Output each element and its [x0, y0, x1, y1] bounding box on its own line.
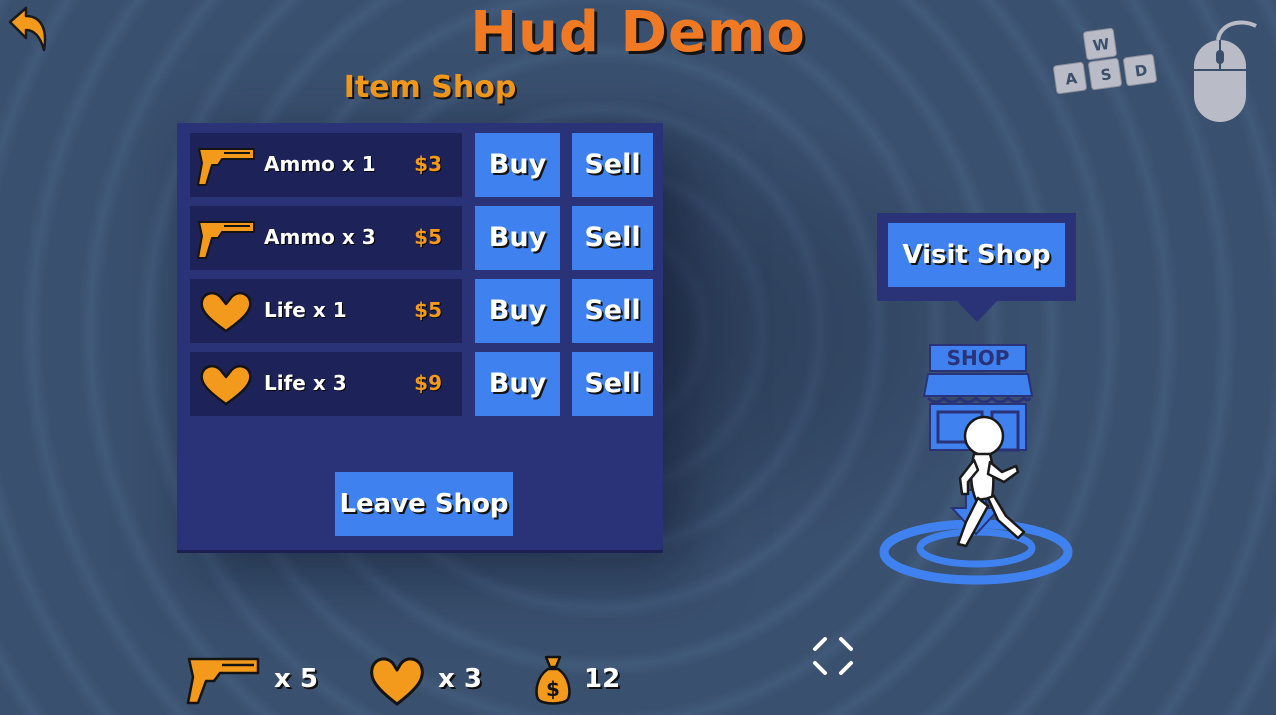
money-count: 12 — [584, 664, 621, 694]
item-name: Ammo x 3 — [264, 225, 376, 249]
buy-button[interactable]: Buy — [475, 279, 560, 343]
buy-button[interactable]: Buy — [475, 206, 560, 270]
shop-item-row: Life x 1 $5 — [190, 279, 462, 343]
buy-button[interactable]: Buy — [475, 352, 560, 416]
leave-shop-button[interactable]: Leave Shop — [335, 472, 513, 536]
item-name: Life x 1 — [264, 298, 347, 322]
gun-icon — [197, 221, 255, 259]
item-price: $5 — [414, 225, 442, 249]
buy-button[interactable]: Buy — [475, 133, 560, 197]
money-symbol: $ — [546, 677, 560, 701]
shop-entrance-icon: SHOP — [878, 340, 1078, 585]
item-price: $9 — [414, 371, 442, 395]
key-w: W — [1092, 35, 1111, 55]
heart-icon — [200, 292, 252, 333]
item-name: Ammo x 1 — [264, 152, 376, 176]
ammo-count: x 5 — [274, 664, 318, 694]
shop-item-row: Ammo x 1 $3 — [190, 133, 462, 197]
item-name: Life x 3 — [264, 371, 347, 395]
shop-item-row: Life x 3 $9 — [190, 352, 462, 416]
mouse-icon — [1194, 20, 1257, 122]
visit-shop-button[interactable]: Visit Shop — [888, 223, 1065, 287]
sell-button[interactable]: Sell — [572, 352, 653, 416]
bubble-tail — [956, 300, 998, 322]
gun-icon — [197, 148, 255, 186]
shop-heading: Item Shop — [343, 70, 517, 105]
lives-count: x 3 — [438, 664, 482, 694]
controls-hint: W A S D — [1050, 12, 1260, 127]
visit-shop-bubble: Visit Shop — [877, 213, 1076, 301]
heart-icon — [200, 365, 252, 406]
item-price: $3 — [414, 152, 442, 176]
shop-item-row: Ammo x 3 $5 — [190, 206, 462, 270]
money-bag-icon: $ — [535, 655, 571, 705]
keyboard-wasd-icon: W A S D — [1053, 20, 1257, 122]
lives-heart-icon — [370, 657, 424, 706]
sell-button[interactable]: Sell — [572, 206, 653, 270]
sell-button[interactable]: Sell — [572, 133, 653, 197]
shop-sign-text: SHOP — [947, 346, 1010, 370]
ammo-gun-icon — [186, 657, 260, 705]
fullscreen-icon[interactable] — [811, 635, 855, 677]
item-price: $5 — [414, 298, 442, 322]
key-d: D — [1134, 61, 1149, 81]
shop-panel: Ammo x 1 $3 Buy Sell Ammo x 3 $5 Buy Sel… — [177, 123, 663, 550]
sell-button[interactable]: Sell — [572, 279, 653, 343]
